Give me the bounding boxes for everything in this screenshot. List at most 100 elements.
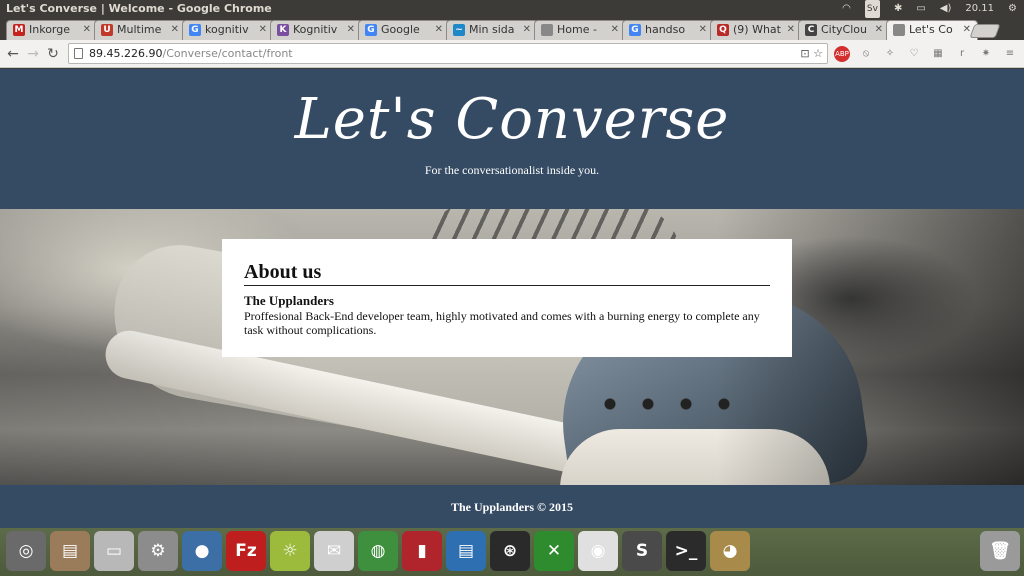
omnibox-actions: ⊡ ☆ bbox=[800, 44, 823, 63]
browser-tab[interactable]: Let's Co ✕ bbox=[886, 20, 978, 40]
files-icon[interactable]: ▤ bbox=[50, 531, 90, 571]
spreadsheet-icon[interactable]: ✕ bbox=[534, 531, 574, 571]
browser-tab[interactable]: C CityClou ✕ bbox=[798, 20, 890, 40]
chrome-icon[interactable]: ◉ bbox=[578, 531, 618, 571]
forward-arrow-icon[interactable]: → bbox=[24, 45, 42, 63]
browser-tab[interactable]: Gkognitiv ✕ bbox=[182, 20, 274, 40]
close-icon[interactable]: ✕ bbox=[611, 21, 619, 39]
browser-toolbar: ← → ↻ 89.45.226.90/Converse/contact/fron… bbox=[0, 40, 1024, 68]
bank-icon: ~ bbox=[453, 24, 465, 36]
google-docs-icon: G bbox=[365, 24, 377, 36]
adblock-icon[interactable]: ABP bbox=[834, 46, 850, 62]
tab-label: Home - bbox=[557, 23, 597, 36]
wifi-icon[interactable]: ◠ bbox=[842, 0, 851, 18]
close-icon[interactable]: ✕ bbox=[699, 21, 707, 39]
extension-icon[interactable]: ✷ bbox=[978, 46, 994, 62]
terminal-icon[interactable]: >_ bbox=[666, 531, 706, 571]
course-icon: K bbox=[277, 24, 289, 36]
browser-tab[interactable]: U Multime ✕ bbox=[94, 20, 186, 40]
battery-icon[interactable]: ▭ bbox=[916, 0, 925, 18]
address-bar[interactable]: 89.45.226.90/Converse/contact/front ⊡ ☆ bbox=[68, 43, 828, 64]
translate-icon[interactable]: ⊡ bbox=[800, 47, 809, 60]
extension-icon[interactable]: ▦ bbox=[930, 46, 946, 62]
steam-glyph: ⊛ bbox=[502, 541, 518, 561]
os-top-bar: Let's Converse | Welcome - Google Chrome… bbox=[0, 0, 1024, 18]
brightness-icon[interactable]: ☼ bbox=[270, 531, 310, 571]
close-icon[interactable]: ✕ bbox=[347, 21, 355, 39]
close-icon[interactable]: ✕ bbox=[259, 21, 267, 39]
browser-tab[interactable]: ~ Min sida ✕ bbox=[446, 20, 538, 40]
browser-tab[interactable]: Home - ✕ bbox=[534, 20, 626, 40]
close-icon[interactable]: ✕ bbox=[435, 21, 443, 39]
system-settings-icon[interactable]: ⚙ bbox=[138, 531, 178, 571]
browser-tab[interactable]: K Kognitiv ✕ bbox=[270, 20, 362, 40]
page-icon bbox=[74, 48, 83, 59]
bluetooth-icon[interactable]: ✱ bbox=[894, 0, 902, 18]
tab-label: Let's Co bbox=[909, 23, 953, 36]
clock[interactable]: 20.11 bbox=[965, 0, 994, 18]
back-arrow-icon[interactable]: ← bbox=[4, 45, 22, 63]
tab-label: Google bbox=[381, 23, 420, 36]
sublime-icon[interactable]: S bbox=[622, 531, 662, 571]
window-title: Let's Converse | Welcome - Google Chrome bbox=[6, 2, 272, 15]
globe-icon[interactable]: ◍ bbox=[358, 531, 398, 571]
close-icon[interactable]: ✕ bbox=[787, 21, 795, 39]
google-icon: G bbox=[189, 24, 201, 36]
launcher-dock: ◎ ▤ ▭ ⚙ ● Fz ☼ ✉ ◍ ▮ ▤ ⊛ ✕ ◉ S >_ ◕ 🗑 bbox=[0, 528, 1024, 576]
chrome-glyph: ◉ bbox=[590, 541, 606, 561]
filezilla-icon[interactable]: Fz bbox=[226, 531, 266, 571]
writer-icon[interactable]: ▤ bbox=[446, 531, 486, 571]
extension-icon[interactable]: ✧ bbox=[882, 46, 898, 62]
tab-label: handso bbox=[645, 23, 686, 36]
extension-icon[interactable]: ⦸ bbox=[858, 46, 874, 62]
site-title: Let's Converse bbox=[294, 87, 730, 152]
close-icon[interactable]: ✕ bbox=[83, 21, 91, 39]
close-icon[interactable]: ✕ bbox=[171, 21, 179, 39]
reload-icon[interactable]: ↻ bbox=[44, 45, 62, 63]
ubuntu-dash-icon[interactable]: ◎ bbox=[6, 531, 46, 571]
browser-tab[interactable]: G Google ✕ bbox=[358, 20, 450, 40]
drive-icon[interactable]: ▭ bbox=[94, 531, 134, 571]
cityclou-icon: C bbox=[805, 24, 817, 36]
gimp-icon[interactable]: ◕ bbox=[710, 531, 750, 571]
team-name: The Upplanders bbox=[244, 293, 334, 308]
gmail-icon: M bbox=[13, 24, 25, 36]
tab-label: Multime bbox=[117, 23, 162, 36]
system-settings-glyph: ⚙ bbox=[150, 541, 166, 561]
site-footer: The Upplanders © 2015 bbox=[0, 485, 1024, 528]
about-heading: About us bbox=[244, 261, 770, 286]
drop-icon[interactable]: ● bbox=[182, 531, 222, 571]
page-icon bbox=[893, 24, 905, 36]
browser-tab[interactable]: M Inkorge ✕ bbox=[6, 20, 98, 40]
extension-icon[interactable]: r bbox=[954, 46, 970, 62]
gear-icon[interactable]: ⚙ bbox=[1008, 0, 1017, 18]
trash-icon[interactable]: 🗑 bbox=[980, 531, 1020, 571]
steam-icon[interactable]: ⊛ bbox=[490, 531, 530, 571]
tab-label: Min sida bbox=[469, 23, 515, 36]
close-icon[interactable]: ✕ bbox=[523, 21, 531, 39]
url-host: 89.45.226.90 bbox=[89, 47, 163, 60]
volume-icon[interactable]: ◀) bbox=[940, 0, 952, 18]
tab-strip: M Inkorge ✕ U Multime ✕ Gkognitiv ✕ K Kognitiv ✕ G G… bbox=[0, 18, 1024, 40]
web-page: Let's Converse For the conversationalist… bbox=[0, 69, 1024, 528]
url-path: /Converse/contact/front bbox=[162, 47, 293, 60]
heart-icon[interactable]: ♡ bbox=[906, 46, 922, 62]
writer-glyph: ▤ bbox=[457, 541, 475, 561]
book-glyph: ▮ bbox=[417, 541, 427, 561]
menu-icon[interactable]: ≡ bbox=[1002, 46, 1018, 62]
keyboard-layout-indicator[interactable]: Sv bbox=[864, 0, 880, 18]
new-tab-button[interactable] bbox=[969, 24, 1001, 38]
close-icon[interactable]: ✕ bbox=[875, 21, 883, 39]
quora-icon: Q bbox=[717, 24, 729, 36]
book-icon[interactable]: ▮ bbox=[402, 531, 442, 571]
ut-logo-icon: U bbox=[101, 24, 113, 36]
mail-icon[interactable]: ✉ bbox=[314, 531, 354, 571]
bookmark-star-icon[interactable]: ☆ bbox=[813, 47, 823, 60]
tab-label: kognitiv bbox=[205, 23, 249, 36]
browser-tab[interactable]: Ghandso ✕ bbox=[622, 20, 714, 40]
filezilla-glyph: Fz bbox=[235, 541, 257, 561]
browser-tab[interactable]: Q (9) What ✕ bbox=[710, 20, 802, 40]
mail-glyph: ✉ bbox=[326, 541, 342, 561]
site-tagline: For the conversationalist inside you. bbox=[424, 163, 600, 177]
terminal-glyph: >_ bbox=[674, 541, 698, 561]
